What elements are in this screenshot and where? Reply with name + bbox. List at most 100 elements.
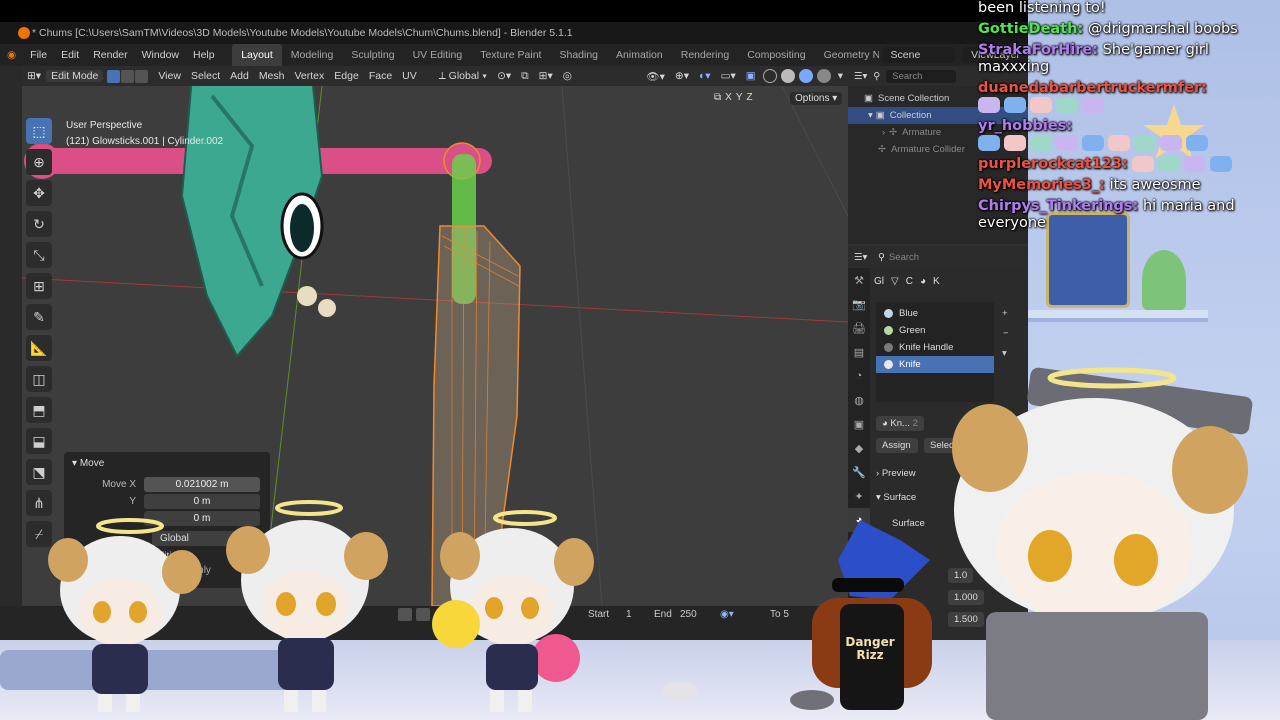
mesh-edit-overlay-icon[interactable]: ▭▾ <box>716 70 741 82</box>
editor-type-icon[interactable]: ⊞▾ <box>22 70 46 82</box>
xray-icon[interactable]: ▣ <box>741 70 761 82</box>
particles-tab-icon[interactable]: ✦ <box>848 484 870 508</box>
wireframe-shading-icon[interactable] <box>762 69 777 83</box>
collection-tab-icon[interactable]: ▣ <box>848 412 870 436</box>
menu-vertex[interactable]: Vertex <box>290 70 330 82</box>
workspace-tab-geometry-nodes[interactable]: Geometry Nodes <box>815 44 879 66</box>
add-slot-icon[interactable]: + <box>1002 308 1008 319</box>
scene-selector[interactable]: Scene <box>882 47 956 63</box>
workspace-tab-animation[interactable]: Animation <box>607 44 672 66</box>
edge-select-icon[interactable] <box>121 69 135 83</box>
sync-icon[interactable]: ◉▾ <box>720 609 734 620</box>
move-y-field[interactable]: 0 m <box>144 493 260 509</box>
gizmo-icon[interactable]: ⊕▾ <box>670 70 694 82</box>
material-slot-green[interactable]: Green <box>876 322 994 339</box>
measure-tool-icon[interactable]: 📐 <box>26 335 52 361</box>
tool-tab-icon[interactable]: ⚒ <box>848 268 870 292</box>
chat-username[interactable]: StrakaForHire: <box>978 42 1098 58</box>
menu-uv[interactable]: UV <box>397 70 422 82</box>
chat-username[interactable]: GottieDeath: <box>978 21 1083 37</box>
chat-username[interactable]: purplerockcat123: <box>978 156 1128 172</box>
surface-section[interactable]: ▾ Surface <box>876 492 916 503</box>
menu-select[interactable]: Select <box>186 70 225 82</box>
transform-tool-icon[interactable]: ⊞ <box>26 273 52 299</box>
chat-username[interactable]: yr_hobbies: <box>978 118 1072 134</box>
render-tab-icon[interactable]: 📷 <box>848 292 870 316</box>
menu-edge[interactable]: Edge <box>329 70 364 82</box>
value-field-1[interactable]: 1.0 <box>948 568 974 583</box>
pivot-icon[interactable]: ⊙▾ <box>492 70 516 82</box>
end-frame-field[interactable]: 250 <box>680 609 697 620</box>
menu-view[interactable]: View <box>153 70 186 82</box>
bevel-tool-icon[interactable]: ⬔ <box>26 459 52 485</box>
transform-orientation-dropdown[interactable]: ⟂ Global ▾ <box>434 70 492 83</box>
workspace-tab-compositing[interactable]: Compositing <box>738 44 814 66</box>
material-slot-blue[interactable]: Blue <box>876 305 994 322</box>
assign-button[interactable]: Assign <box>876 438 918 453</box>
workspace-tab-rendering[interactable]: Rendering <box>672 44 738 66</box>
crumb-mesh[interactable]: C <box>906 276 913 287</box>
modifier-tab-icon[interactable]: 🔧 <box>848 460 870 484</box>
select-button[interactable]: Selec <box>924 438 966 453</box>
start-frame-field[interactable]: 1 <box>626 609 632 620</box>
menu-window[interactable]: Window <box>135 49 186 61</box>
proportional-editing-checkbox[interactable]: Editing <box>152 551 270 562</box>
axis-z-toggle[interactable]: Z <box>746 92 752 103</box>
workspace-tab-uv-editing[interactable]: UV Editing <box>404 44 472 66</box>
menu-mesh[interactable]: Mesh <box>254 70 290 82</box>
inset-tool-icon[interactable]: ⬓ <box>26 428 52 454</box>
move-x-field[interactable]: 0.021002 m <box>144 476 260 492</box>
outliner-filter-icon[interactable]: ⚲ <box>873 71 880 82</box>
object-tab-icon[interactable]: ◆ <box>848 436 870 460</box>
remove-slot-icon[interactable]: − <box>1003 328 1009 339</box>
workspace-tab-sculpting[interactable]: Sculpting <box>342 44 403 66</box>
select-box-tool-icon[interactable]: ⬚ <box>26 118 52 144</box>
move-panel-title[interactable]: ▾ Move <box>64 452 270 475</box>
crumb-object[interactable]: Gl <box>874 276 884 287</box>
world-tab-icon[interactable]: ◍ <box>848 388 870 412</box>
proportional-edit-icon[interactable]: ◎ <box>558 70 577 82</box>
workspace-tab-texture-paint[interactable]: Texture Paint <box>471 44 550 66</box>
properties-search-input[interactable]: Search <box>889 252 919 263</box>
mode-selector[interactable]: Edit Mode <box>46 70 104 82</box>
material-shading-icon[interactable] <box>798 69 813 83</box>
menu-edit[interactable]: Edit <box>54 49 86 61</box>
move-z-field[interactable]: 0 m <box>144 510 260 526</box>
menu-add[interactable]: Add <box>225 70 254 82</box>
add-cube-tool-icon[interactable]: ◫ <box>26 366 52 392</box>
material-tab-icon[interactable]: ◕ <box>848 508 870 532</box>
cursor-tool-icon[interactable]: ⊕ <box>26 149 52 175</box>
material-slot-knife-handle[interactable]: Knife Handle <box>876 339 994 356</box>
rotate-tool-icon[interactable]: ↻ <box>26 211 52 237</box>
material-name-field[interactable]: ◕ Kn... 2 <box>876 416 924 431</box>
solid-shading-icon[interactable] <box>780 69 795 83</box>
chat-username[interactable]: MyMemories3_: <box>978 177 1105 193</box>
move-tool-icon[interactable]: ✥ <box>26 180 52 206</box>
chat-username[interactable]: duanedabarbertruckermfer: <box>978 80 1207 96</box>
menu-render[interactable]: Render <box>86 49 134 61</box>
scale-tool-icon[interactable]: ⤡ <box>26 242 52 268</box>
loop-cut-tool-icon[interactable]: ⋔ <box>26 490 52 516</box>
outliner-search-input[interactable]: Search <box>886 69 957 83</box>
vertex-select-icon[interactable] <box>107 69 121 83</box>
annotate-tool-icon[interactable]: ✎ <box>26 304 52 330</box>
value-field-2[interactable]: 1.000 <box>948 590 984 605</box>
knife-tool-icon[interactable]: ⌿ <box>26 521 52 547</box>
snap-icon[interactable]: ⧉ <box>516 70 534 83</box>
face-select-icon[interactable] <box>135 69 149 83</box>
value-field-3[interactable]: 1.500 <box>948 612 984 627</box>
expand-chevron-icon[interactable]: › <box>882 127 885 138</box>
output-tab-icon[interactable]: 🖨 <box>848 316 870 340</box>
rendered-shading-icon[interactable] <box>816 69 831 83</box>
properties-type-icon[interactable]: ☰▾ <box>854 252 867 263</box>
connected-only-checkbox[interactable]: nnected Only <box>152 565 270 576</box>
keyframe-jump-icon[interactable] <box>416 608 430 621</box>
preview-section[interactable]: › Preview <box>876 468 916 479</box>
workspace-tab-layout[interactable]: Layout <box>232 44 282 66</box>
extrude-tool-icon[interactable]: ⬒ <box>26 397 52 423</box>
move-orientation-dropdown[interactable]: Global <box>152 531 262 546</box>
properties-search-icon[interactable]: ⚲ <box>878 252 885 263</box>
jump-end-icon[interactable] <box>398 608 412 621</box>
axis-y-toggle[interactable]: Y <box>736 92 743 103</box>
visibility-icon[interactable]: 👁▾ <box>641 70 670 83</box>
